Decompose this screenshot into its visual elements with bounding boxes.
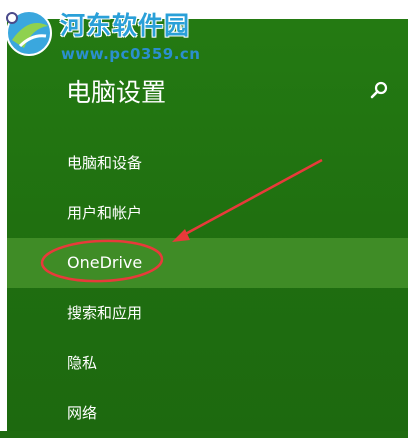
nav-item-label: 网络 — [67, 404, 98, 422]
watermark-url: www.pc0359.cn — [61, 45, 201, 63]
nav-item-label: 用户和帐户 — [67, 204, 143, 222]
watermark-logo-icon — [6, 10, 52, 56]
watermark-title: 河东软件园 — [60, 11, 191, 40]
nav-item-onedrive[interactable]: OneDrive — [7, 238, 408, 288]
gear-icon — [6, 12, 18, 24]
nav-item-label: 电脑和设备 — [67, 154, 143, 172]
nav-item-accounts[interactable]: 用户和帐户 — [7, 188, 408, 238]
window-frame: 河东软件园 www.pc0359.cn 电脑设置 电脑和设备 用户和帐户 One… — [0, 0, 408, 431]
search-icon[interactable] — [367, 78, 391, 102]
watermark: 河东软件园 www.pc0359.cn — [0, 0, 260, 70]
nav-item-label: 隐私 — [67, 354, 98, 372]
page-title: 电脑设置 — [66, 78, 167, 107]
nav-item-label: 搜索和应用 — [67, 304, 143, 322]
nav-item-label: OneDrive — [67, 253, 143, 272]
nav-item-privacy[interactable]: 隐私 — [7, 338, 408, 388]
nav-item-pc-and-devices[interactable]: 电脑和设备 — [7, 138, 408, 188]
nav-item-search-and-apps[interactable]: 搜索和应用 — [7, 288, 408, 338]
settings-nav: 电脑和设备 用户和帐户 OneDrive 搜索和应用 隐私 网络 — [7, 138, 408, 438]
